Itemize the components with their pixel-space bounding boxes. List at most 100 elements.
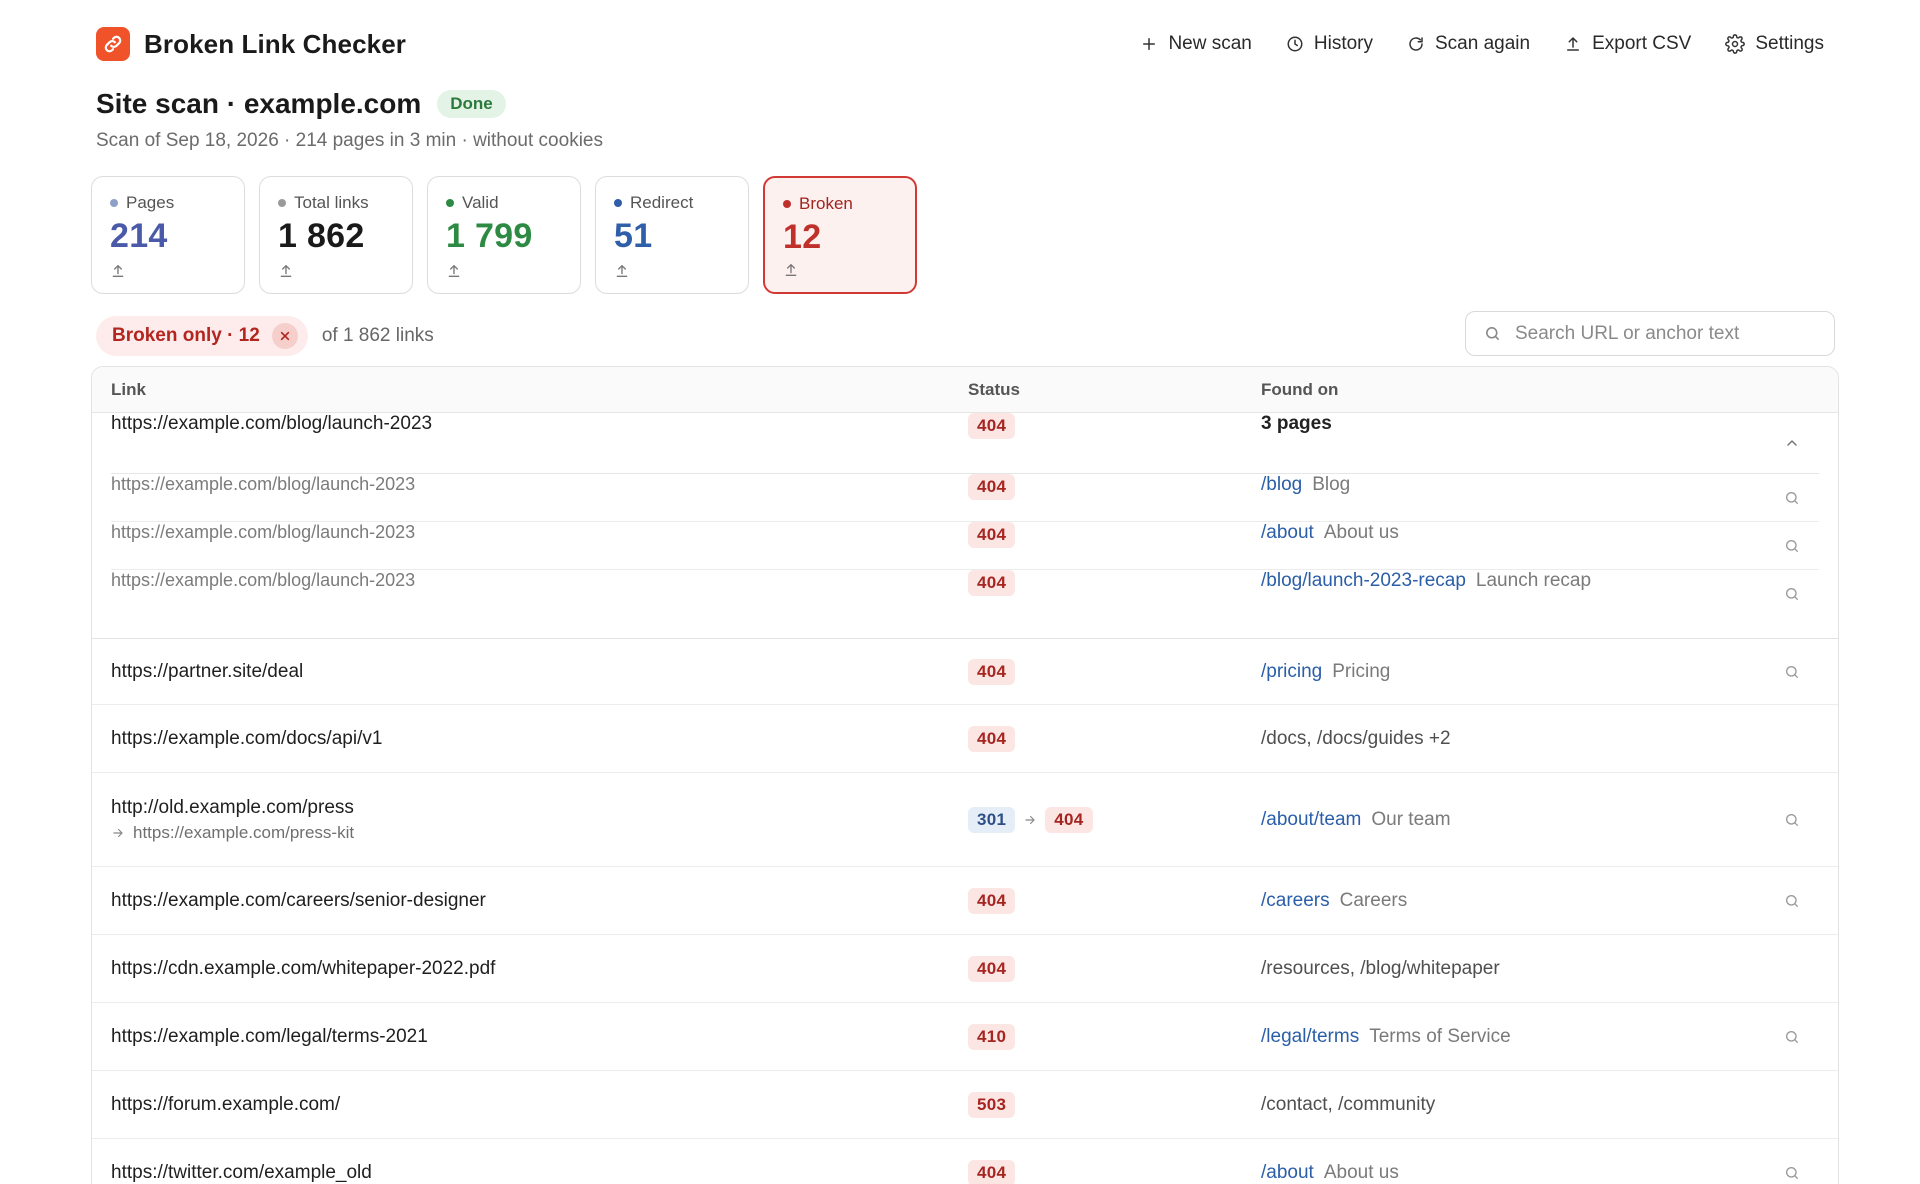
table-row[interactable]: https://forum.example.com/ 503 /contact,… — [92, 1071, 1838, 1139]
export-csv-button[interactable]: Export CSV — [1564, 33, 1691, 55]
stat-label-row: Broken — [783, 194, 897, 214]
link-url[interactable]: https://partner.site/deal — [111, 661, 303, 683]
search-icon[interactable] — [1784, 490, 1800, 506]
search-icon[interactable] — [1784, 538, 1800, 554]
found-on: /careers Careers — [1261, 890, 1407, 912]
status-cell: 404 — [968, 474, 1016, 500]
search-box — [1465, 311, 1835, 356]
table-row[interactable]: https://cdn.example.com/whitepaper-2022.… — [92, 935, 1838, 1003]
stat-label-row: Valid — [446, 193, 562, 213]
stat-card-broken[interactable]: Broken 12 — [763, 176, 917, 294]
redirect-url: https://example.com/press-kit — [133, 822, 355, 842]
stat-value: 1 862 — [278, 217, 365, 255]
broken-filter-chip[interactable]: Broken only · 12 — [96, 316, 308, 356]
link-url[interactable]: http://old.example.com/press — [111, 797, 354, 819]
stat-card-valid[interactable]: Valid 1 799 — [427, 176, 581, 294]
export-icon[interactable] — [278, 263, 294, 279]
export-icon[interactable] — [783, 262, 799, 278]
sub-row: https://example.com/blog/launch-2023 404… — [111, 522, 1819, 570]
stat-cards: Pages 214 Total links 1 862 Valid 1 799 … — [91, 176, 917, 294]
status-code: 404 — [968, 413, 1016, 439]
link-url[interactable]: https://cdn.example.com/whitepaper-2022.… — [111, 958, 495, 980]
dot-icon — [783, 200, 791, 208]
new-scan-button[interactable]: New scan — [1140, 33, 1252, 55]
table-row[interactable]: https://example.com/docs/api/v1 404 /doc… — [92, 705, 1838, 773]
found-on: /about About us — [1261, 1162, 1399, 1184]
status-code: 404 — [1045, 806, 1093, 833]
link-url[interactable]: https://example.com/legal/terms-2021 — [111, 1026, 428, 1048]
search-icon[interactable] — [1784, 893, 1800, 909]
gear-icon — [1725, 34, 1746, 54]
dot-icon — [110, 199, 118, 207]
table-row[interactable]: http://old.example.com/press https://exa… — [92, 773, 1838, 867]
toolbar: New scan History Scan again Export CSV S… — [1140, 33, 1824, 55]
found-on: /legal/terms Terms of Service — [1261, 1026, 1511, 1048]
found-path-link[interactable]: /legal/terms — [1261, 1026, 1359, 1048]
stat-value: 214 — [110, 217, 168, 255]
link-url[interactable]: https://example.com/blog/launch-2023 — [111, 413, 432, 435]
table-row[interactable]: https://example.com/careers/senior-desig… — [92, 867, 1838, 935]
clear-filter-button[interactable] — [271, 323, 298, 349]
found-page-title: Our team — [1371, 808, 1451, 830]
history-label: History — [1313, 33, 1373, 54]
table-row[interactable]: https://twitter.com/example_old 404 /abo… — [92, 1139, 1838, 1184]
export-icon[interactable] — [446, 263, 462, 279]
upload-icon — [1567, 37, 1580, 51]
page-title: Site scan · example.com — [96, 88, 422, 119]
link-url: https://example.com/blog/launch-2023 — [111, 570, 416, 590]
refresh-icon — [1409, 37, 1423, 51]
link-url[interactable]: https://example.com/careers/senior-desig… — [111, 890, 486, 912]
found-path-link[interactable]: /about — [1261, 522, 1314, 544]
status-code: 503 — [968, 1091, 1016, 1118]
stat-card-redirect[interactable]: Redirect 51 — [595, 176, 749, 294]
found-path-link[interactable]: /blog — [1261, 474, 1302, 496]
status-code: 404 — [968, 955, 1016, 982]
history-button[interactable]: History — [1286, 33, 1373, 55]
stat-card-total-links[interactable]: Total links 1 862 — [259, 176, 413, 294]
found-on-pages: /contact, /community — [1261, 1093, 1436, 1115]
search-input[interactable] — [1515, 322, 1815, 345]
filter-count: of 1 862 links — [321, 325, 434, 346]
stat-value: 12 — [783, 218, 822, 256]
status-code: 404 — [968, 658, 1016, 685]
link-url[interactable]: https://forum.example.com/ — [111, 1094, 340, 1116]
stat-label: Pages — [126, 193, 175, 212]
found-path-link[interactable]: /careers — [1261, 890, 1330, 912]
export-icon[interactable] — [614, 263, 630, 279]
found-page-title: Terms of Service — [1369, 1025, 1511, 1047]
found-path-link[interactable]: /pricing — [1261, 661, 1322, 683]
header-status: Status — [968, 379, 1020, 399]
found-path-link[interactable]: /about — [1261, 1162, 1314, 1184]
status-code: 404 — [968, 887, 1016, 914]
link-url[interactable]: https://twitter.com/example_old — [111, 1162, 372, 1184]
table-row[interactable]: https://example.com/blog/launch-2023 404… — [92, 413, 1838, 473]
link-url[interactable]: https://example.com/docs/api/v1 — [111, 728, 382, 750]
scan-subtitle: Scan of Sep 18, 2026 · 214 pages in 3 mi… — [96, 130, 603, 151]
found-path-link[interactable]: /about/team — [1261, 809, 1361, 831]
export-csv-label: Export CSV — [1592, 33, 1692, 54]
search-icon[interactable] — [1784, 664, 1800, 680]
settings-button[interactable]: Settings — [1725, 33, 1824, 55]
stat-label-row: Pages — [110, 193, 226, 213]
found-path-link[interactable]: /blog/launch-2023-recap — [1261, 570, 1466, 592]
search-icon[interactable] — [1784, 1165, 1800, 1181]
status-badge: Done — [437, 90, 506, 118]
stat-card-pages[interactable]: Pages 214 — [91, 176, 245, 294]
brand: Broken Link Checker — [96, 27, 406, 61]
scan-again-button[interactable]: Scan again — [1407, 33, 1530, 55]
filter-row: Broken only · 12 of 1 862 links — [96, 316, 434, 356]
plus-icon — [1143, 38, 1156, 50]
settings-label: Settings — [1755, 33, 1824, 54]
status-cell: 503 — [968, 1091, 1016, 1118]
search-icon[interactable] — [1784, 1029, 1800, 1045]
search-icon[interactable] — [1784, 812, 1800, 828]
table-header: Link Status Found on — [92, 367, 1838, 413]
found-on: /blog Blog — [1261, 474, 1350, 496]
table-row[interactable]: https://example.com/legal/terms-2021 410… — [92, 1003, 1838, 1071]
status-code: 404 — [968, 1159, 1016, 1184]
export-icon[interactable] — [110, 263, 126, 279]
chevron-up-icon[interactable] — [1784, 435, 1800, 451]
search-icon[interactable] — [1784, 586, 1800, 602]
table-row[interactable]: https://partner.site/deal 404 /pricing Pr… — [92, 639, 1838, 705]
